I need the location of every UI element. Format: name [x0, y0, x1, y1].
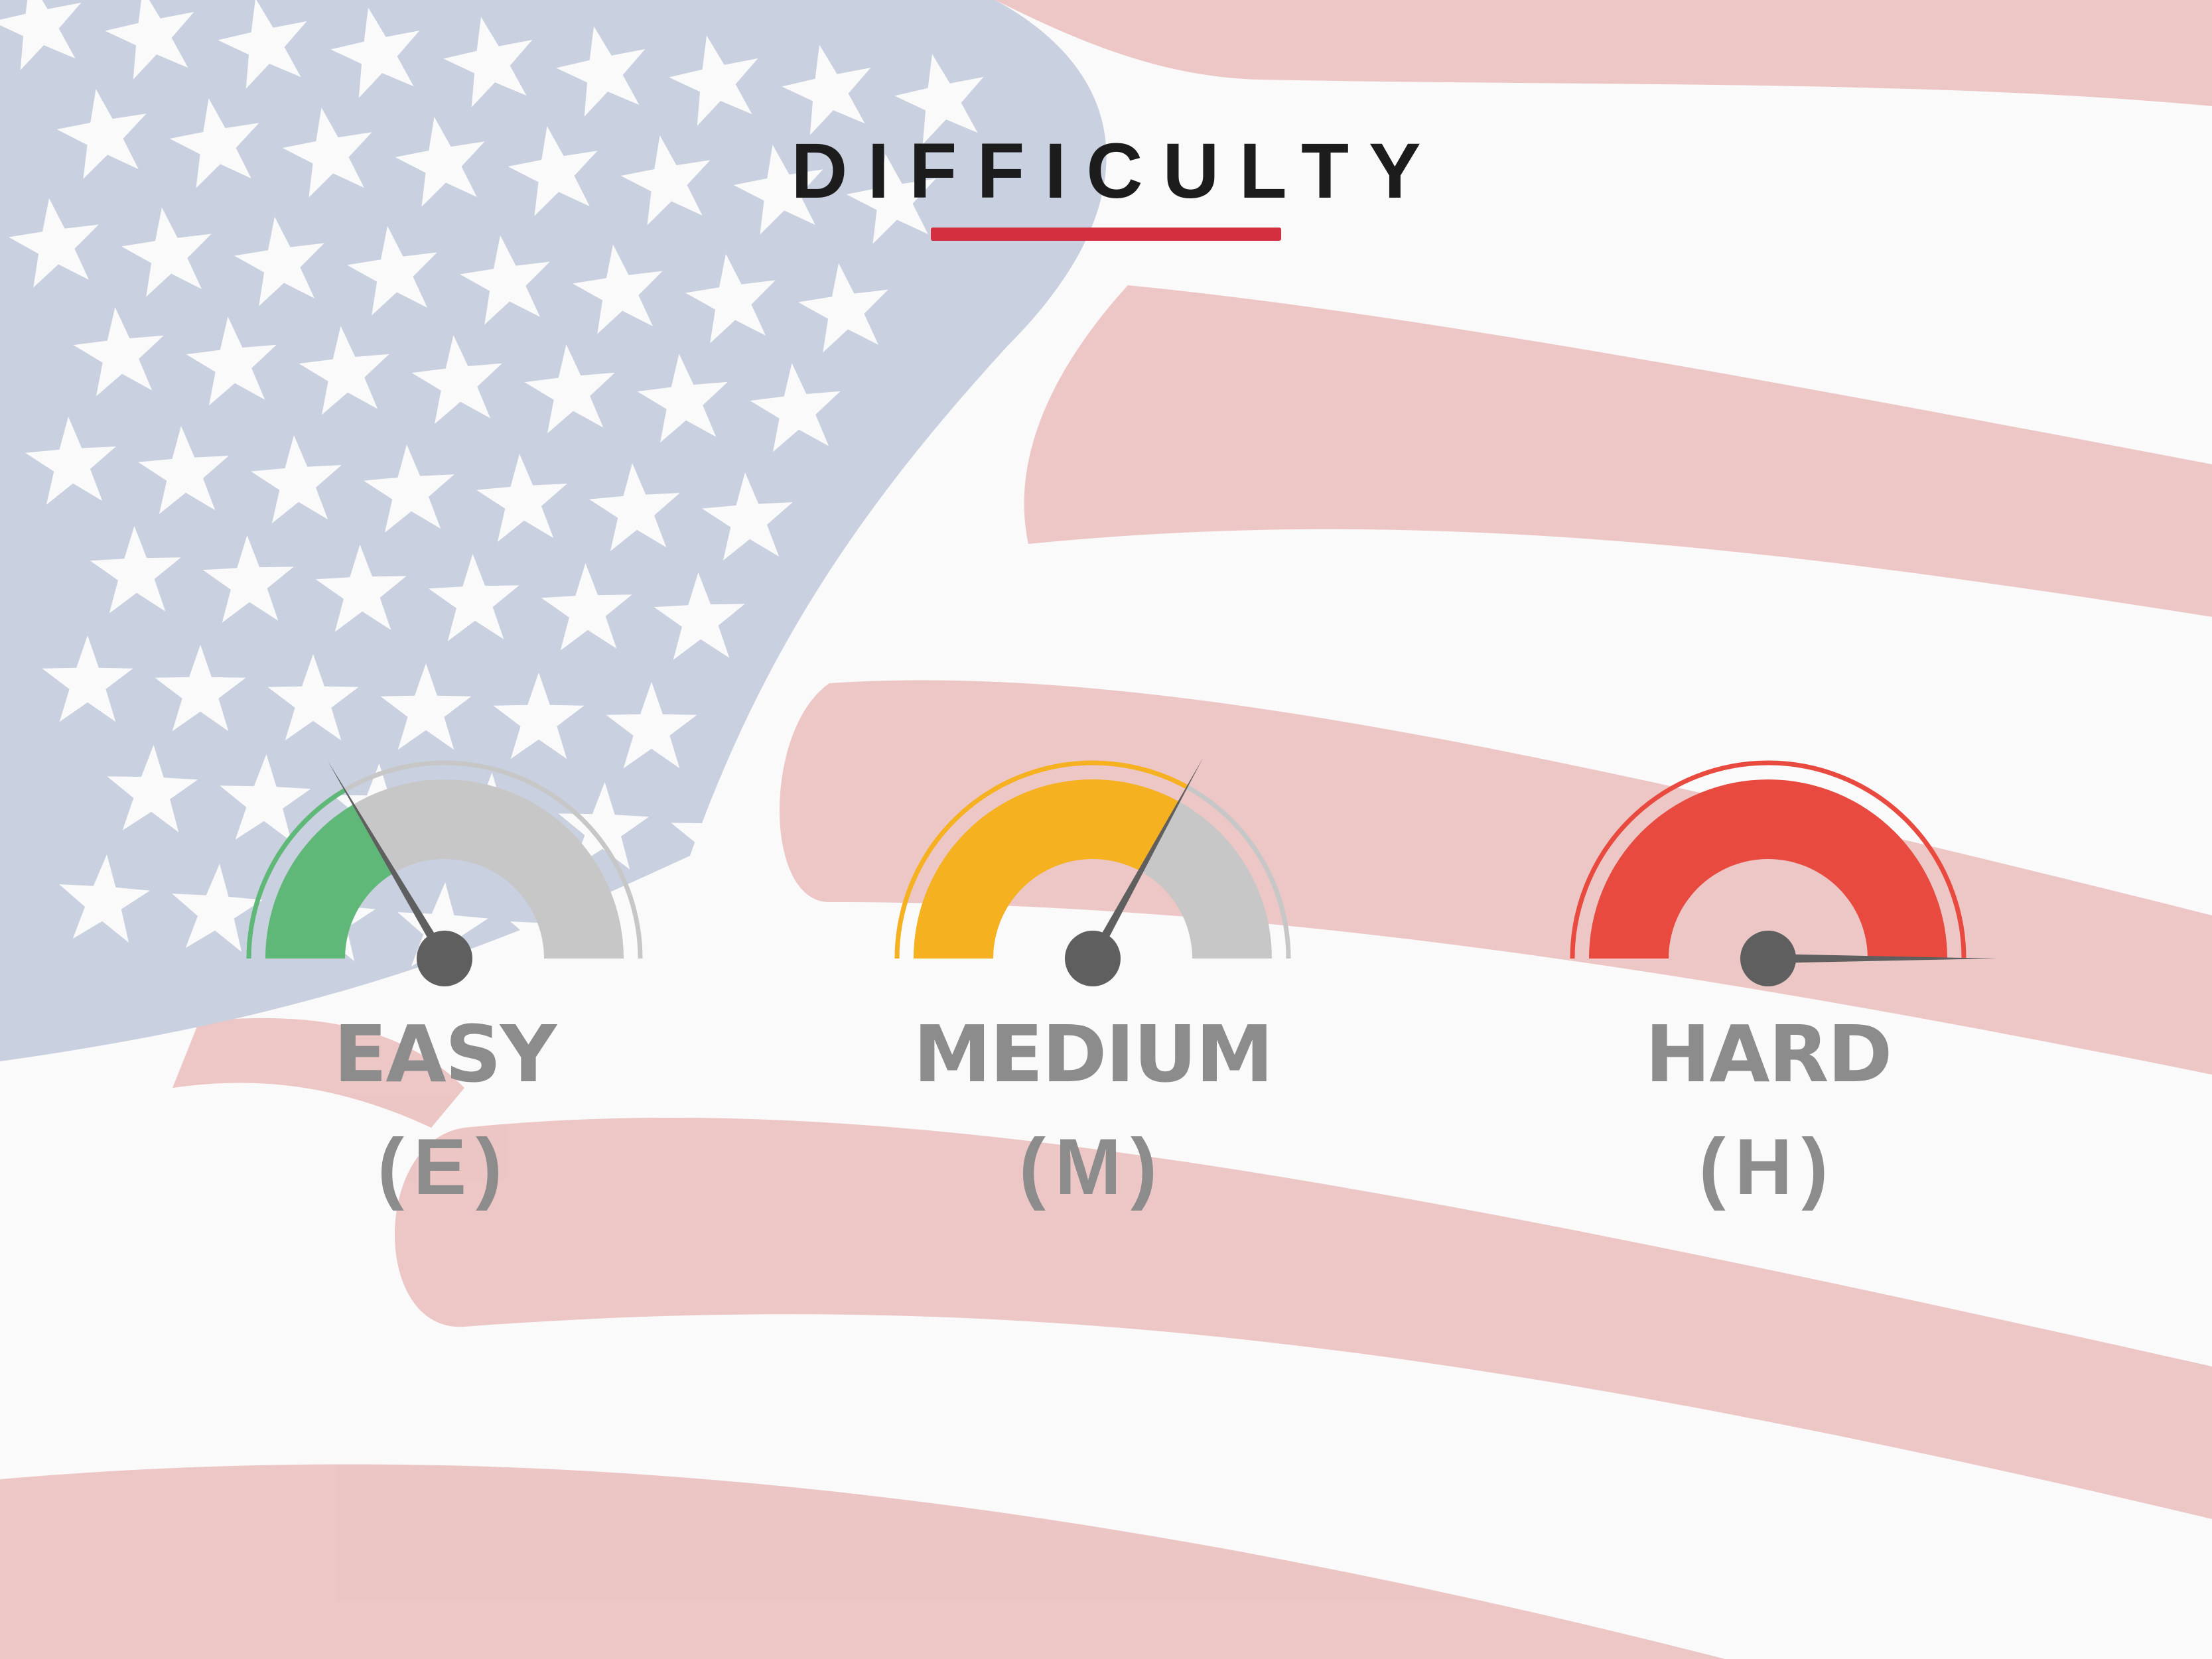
gauge-dial-easy: [246, 760, 643, 986]
gauge-hub: [1740, 931, 1796, 986]
gauge-medium: MEDIUM (M): [887, 710, 1298, 1214]
title-underline: [931, 228, 1281, 241]
level-label-medium: MEDIUM: [913, 1008, 1273, 1100]
gauge-easy: EASY (E): [239, 710, 650, 1214]
gauge-dial-medium: [894, 758, 1291, 986]
level-label-hard: HARD: [1645, 1008, 1893, 1100]
gauge-hard: HARD (H): [1562, 710, 1997, 1214]
gauge-dial-hard: [1570, 760, 1997, 986]
level-code-easy: (E): [378, 1122, 512, 1211]
page-title: DIFFICULTY: [791, 127, 1441, 215]
gauge-hub: [1065, 931, 1121, 986]
gauge-hub: [417, 931, 472, 986]
level-code-medium: (M): [1019, 1122, 1166, 1211]
difficulty-slide: DIFFICULTY EASY (E) MEDIUM (M) HARD (H): [0, 0, 2212, 1659]
level-code-hard: (H): [1698, 1122, 1838, 1211]
level-label-easy: EASY: [333, 1008, 557, 1100]
